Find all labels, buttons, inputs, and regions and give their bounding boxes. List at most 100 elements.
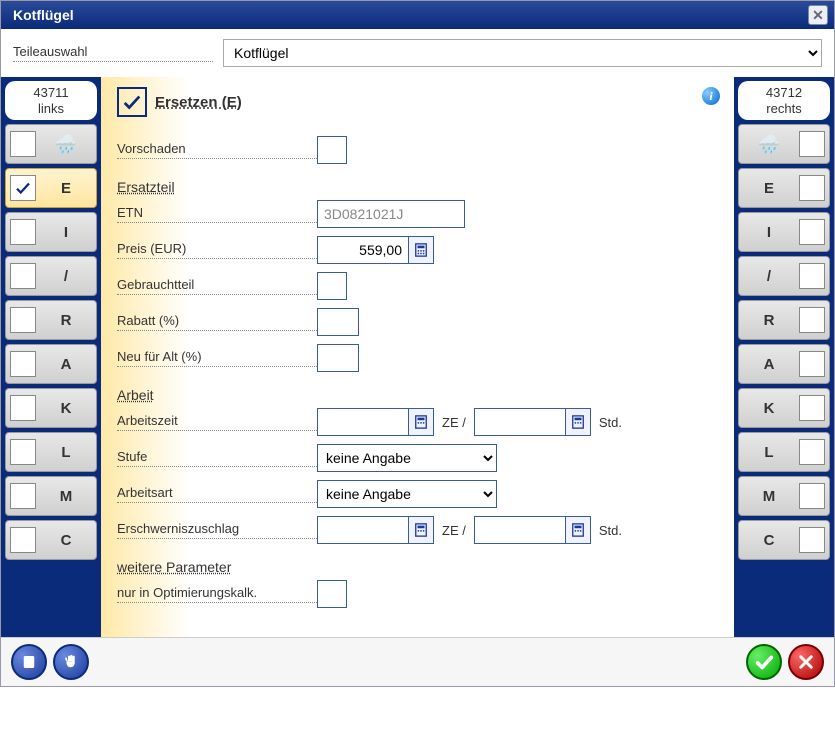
- left-row-e[interactable]: E: [5, 168, 97, 208]
- ersatzteil-section: Ersatzteil: [117, 179, 718, 195]
- form-heading: Ersetzen (E): [155, 94, 242, 111]
- titlebar: Kotflügel ✕: [1, 1, 834, 29]
- right-row-c[interactable]: C: [738, 520, 830, 560]
- erschwernis-std-input[interactable]: [474, 516, 566, 544]
- left-row-l[interactable]: L: [5, 432, 97, 472]
- arbeitszeit-ze-input[interactable]: [317, 408, 409, 436]
- left-slash-check[interactable]: [10, 263, 36, 289]
- nur-opt-label: nur in Optimierungskalk.: [117, 585, 317, 603]
- left-l-check[interactable]: [10, 439, 36, 465]
- left-row-i[interactable]: I: [5, 212, 97, 252]
- left-a-label: A: [40, 356, 92, 373]
- x-icon: [797, 653, 815, 671]
- gebrauchtteil-label: Gebrauchtteil: [117, 277, 317, 295]
- right-row-weather[interactable]: 🌧️: [738, 124, 830, 164]
- cancel-button[interactable]: [788, 644, 824, 680]
- arbeitszeit-std-input[interactable]: [474, 408, 566, 436]
- arbeitsart-dropdown[interactable]: keine Angabe: [317, 480, 497, 508]
- left-r-check[interactable]: [10, 307, 36, 333]
- right-m-label: M: [743, 488, 795, 505]
- erschwernis-std-calc[interactable]: [565, 516, 591, 544]
- right-m-input[interactable]: [799, 483, 825, 509]
- arbeitszeit-ze-calc[interactable]: [408, 408, 434, 436]
- left-row-r[interactable]: R: [5, 300, 97, 340]
- right-e-label: E: [743, 180, 795, 197]
- right-weather-input[interactable]: [799, 131, 825, 157]
- left-sidebar: 43711 links 🌧️ E I /: [1, 77, 101, 637]
- footer-button-2[interactable]: [53, 644, 89, 680]
- window-title: Kotflügel: [13, 7, 74, 23]
- left-k-label: K: [40, 400, 92, 417]
- right-k-input[interactable]: [799, 395, 825, 421]
- left-c-label: C: [40, 532, 92, 549]
- erschwernis-ze-calc[interactable]: [408, 516, 434, 544]
- std-unit-2: Std.: [599, 523, 622, 538]
- vorschaden-input[interactable]: [317, 136, 347, 164]
- erschwernis-ze-input[interactable]: [317, 516, 409, 544]
- arbeitszeit-std-calc[interactable]: [565, 408, 591, 436]
- part-selection-dropdown[interactable]: Kotflügel: [223, 39, 822, 67]
- left-a-check[interactable]: [10, 351, 36, 377]
- left-row-c[interactable]: C: [5, 520, 97, 560]
- right-slash-input[interactable]: [799, 263, 825, 289]
- right-row-r[interactable]: R: [738, 300, 830, 340]
- left-row-m[interactable]: M: [5, 476, 97, 516]
- calculator-icon: [571, 415, 585, 429]
- ze-separator-2: ZE /: [442, 523, 466, 538]
- left-l-label: L: [40, 444, 92, 461]
- right-row-k[interactable]: K: [738, 388, 830, 428]
- info-icon[interactable]: i: [702, 87, 720, 105]
- left-c-check[interactable]: [10, 527, 36, 553]
- form-heading-row: Ersetzen (E): [117, 87, 718, 117]
- left-m-check[interactable]: [10, 483, 36, 509]
- heading-checkbox[interactable]: [117, 87, 147, 117]
- calculator-icon: [414, 415, 428, 429]
- right-l-label: L: [743, 444, 795, 461]
- left-i-check[interactable]: [10, 219, 36, 245]
- left-row-k[interactable]: K: [5, 388, 97, 428]
- etn-label: ETN: [117, 205, 317, 223]
- left-e-check[interactable]: [10, 175, 36, 201]
- right-a-input[interactable]: [799, 351, 825, 377]
- arbeit-section: Arbeit: [117, 387, 718, 403]
- gebrauchtteil-input[interactable]: [317, 272, 347, 300]
- nur-opt-input[interactable]: [317, 580, 347, 608]
- body: 43711 links 🌧️ E I /: [1, 77, 834, 637]
- neu-fuer-alt-input[interactable]: [317, 344, 359, 372]
- part-selection-row: Teileauswahl Kotflügel: [1, 29, 834, 77]
- right-k-label: K: [743, 400, 795, 417]
- rabatt-label: Rabatt (%): [117, 313, 317, 331]
- footer-button-1[interactable]: [11, 644, 47, 680]
- left-r-label: R: [40, 312, 92, 329]
- right-e-input[interactable]: [799, 175, 825, 201]
- left-row-weather[interactable]: 🌧️: [5, 124, 97, 164]
- left-row-slash[interactable]: /: [5, 256, 97, 296]
- preis-calc-button[interactable]: [408, 236, 434, 264]
- right-i-input[interactable]: [799, 219, 825, 245]
- right-row-l[interactable]: L: [738, 432, 830, 472]
- rabatt-input[interactable]: [317, 308, 359, 336]
- calculator-icon: [571, 523, 585, 537]
- weather-icon: 🌧️: [743, 134, 795, 155]
- right-row-slash[interactable]: /: [738, 256, 830, 296]
- left-row-a[interactable]: A: [5, 344, 97, 384]
- right-part-id: 43712 rechts: [738, 81, 830, 120]
- right-i-label: I: [743, 224, 795, 241]
- preis-input[interactable]: [317, 236, 409, 264]
- ok-button[interactable]: [746, 644, 782, 680]
- hand-icon: [62, 653, 80, 671]
- stufe-dropdown[interactable]: keine Angabe: [317, 444, 497, 472]
- right-c-input[interactable]: [799, 527, 825, 553]
- close-icon[interactable]: ✕: [808, 5, 828, 25]
- left-k-check[interactable]: [10, 395, 36, 421]
- right-row-e[interactable]: E: [738, 168, 830, 208]
- right-l-input[interactable]: [799, 439, 825, 465]
- right-row-a[interactable]: A: [738, 344, 830, 384]
- left-weather-check[interactable]: [10, 131, 36, 157]
- right-r-input[interactable]: [799, 307, 825, 333]
- right-row-i[interactable]: I: [738, 212, 830, 252]
- arbeitszeit-label: Arbeitszeit: [117, 413, 317, 431]
- etn-input[interactable]: [317, 200, 465, 228]
- left-part-id: 43711 links: [5, 81, 97, 120]
- right-row-m[interactable]: M: [738, 476, 830, 516]
